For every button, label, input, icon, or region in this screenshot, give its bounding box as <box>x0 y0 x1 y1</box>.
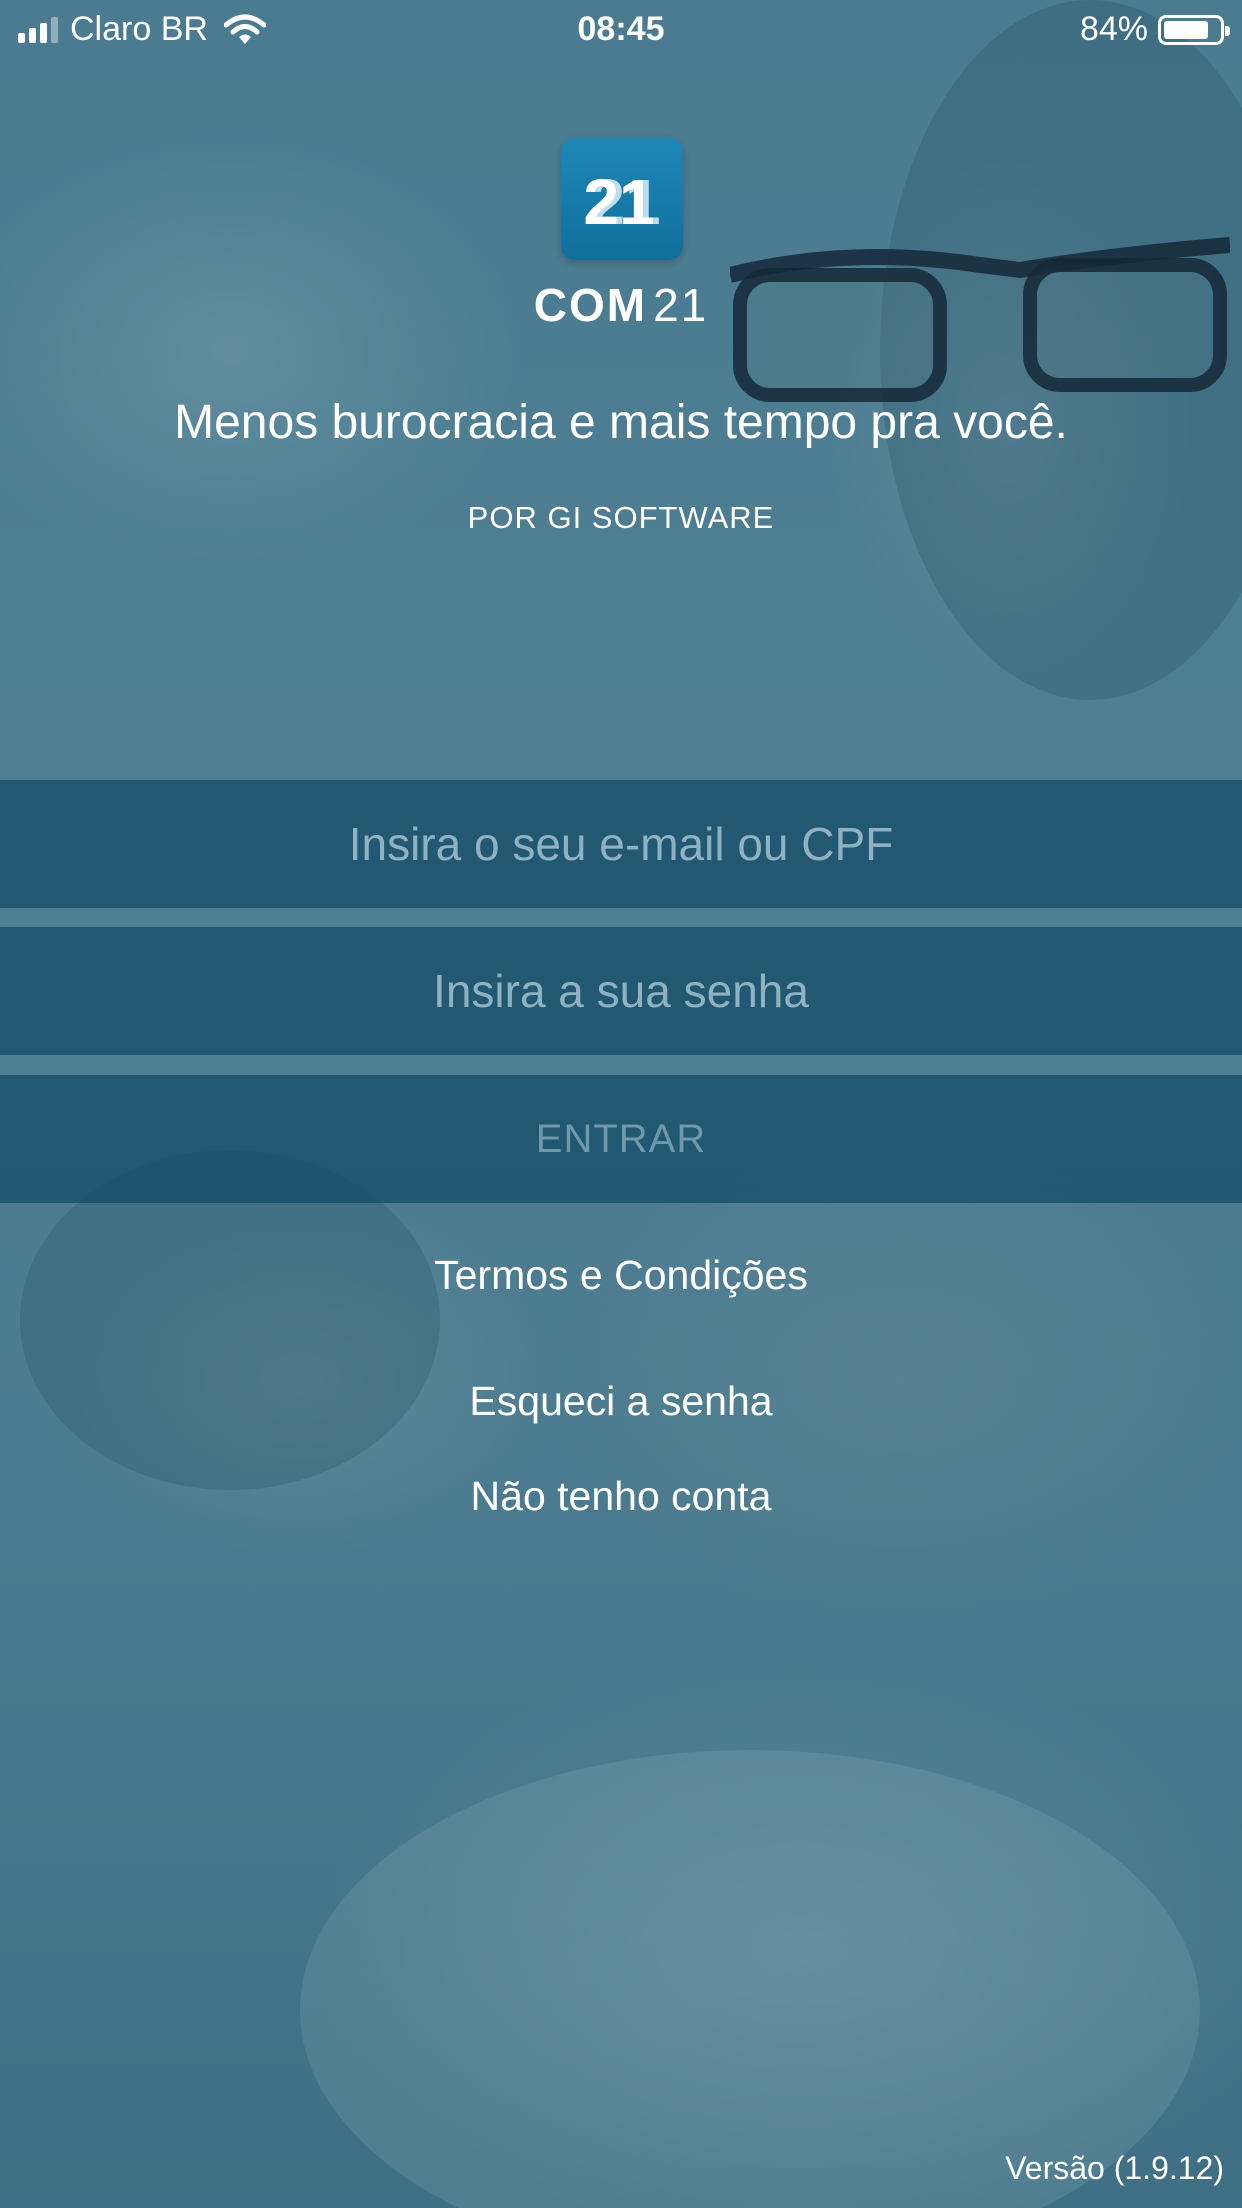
password-field[interactable] <box>0 927 1242 1055</box>
login-screen: Claro BR 08:45 84% 21 21 COM 21 Menos bur… <box>0 0 1242 2208</box>
version-label: Versão (1.9.12) <box>1005 2150 1224 2186</box>
logo-icon-text: 21 <box>583 166 654 238</box>
brand-name: COM 21 <box>0 278 1242 332</box>
login-button[interactable]: ENTRAR <box>0 1075 1242 1203</box>
brand-name-light: 21 <box>653 279 709 331</box>
battery-level-fill <box>1164 20 1209 39</box>
status-time: 08:45 <box>577 10 665 48</box>
status-bar: Claro BR 08:45 84% <box>0 0 1242 62</box>
tagline: Menos burocracia e mais tempo pra você. <box>174 396 1068 449</box>
forgot-password-link[interactable]: Esqueci a senha <box>0 1378 1242 1425</box>
battery-icon <box>1158 14 1230 45</box>
app-logo-icon: 21 21 <box>561 138 683 260</box>
email-field[interactable] <box>0 780 1242 908</box>
brand-name-bold: COM <box>533 279 648 331</box>
no-account-link[interactable]: Não tenho conta <box>0 1473 1242 1520</box>
terms-link[interactable]: Termos e Condições <box>0 1252 1242 1299</box>
byline: POR GI SOFTWARE <box>467 500 775 535</box>
battery-percentage: 84% <box>1079 10 1148 48</box>
